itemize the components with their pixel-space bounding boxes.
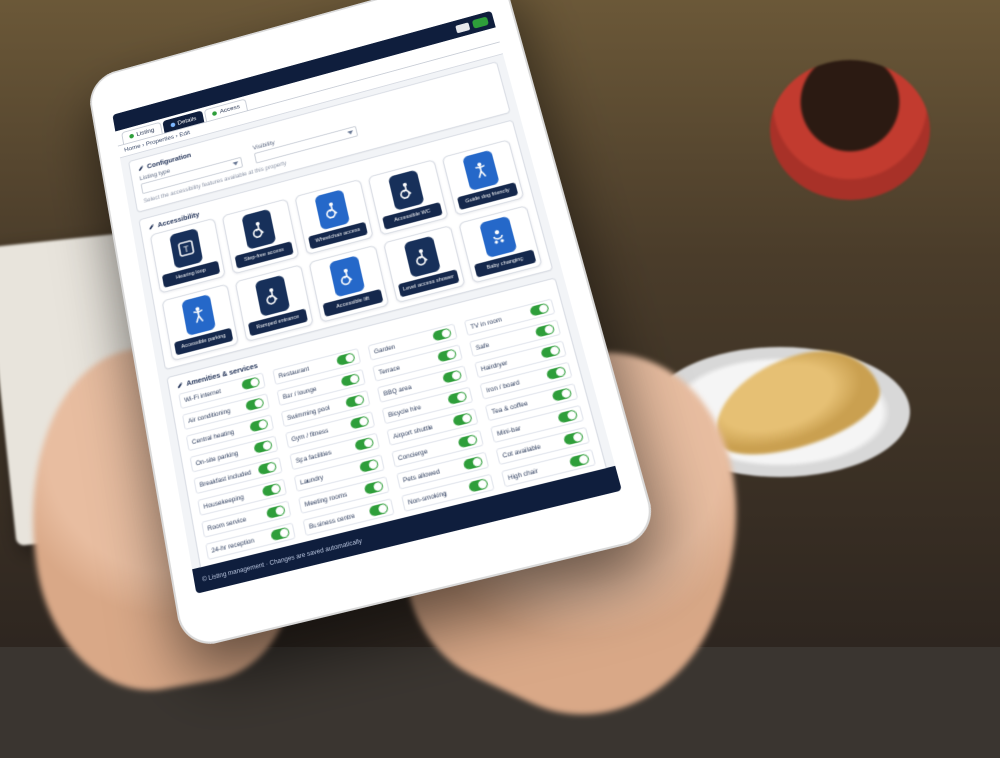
amenity-label: Meeting rooms bbox=[304, 491, 348, 508]
toggle-switch[interactable] bbox=[447, 391, 467, 405]
toggle-switch[interactable] bbox=[257, 461, 277, 475]
amenity-label: Non-smoking bbox=[407, 490, 447, 506]
accessibility-icon bbox=[404, 236, 441, 278]
feature-card[interactable]: Baby changing bbox=[458, 205, 542, 283]
amenity-label: On-site parking bbox=[195, 450, 238, 467]
toggle-switch[interactable] bbox=[457, 434, 478, 448]
accessibility-icon bbox=[388, 170, 425, 211]
amenity-label: Safe bbox=[475, 341, 490, 351]
toggle-switch[interactable] bbox=[551, 387, 572, 401]
amenity-label: 24-hr reception bbox=[211, 537, 255, 555]
toggle-switch[interactable] bbox=[345, 394, 365, 408]
amenity-label: Spa facilities bbox=[295, 449, 332, 465]
toggle-switch[interactable] bbox=[529, 303, 550, 317]
feature-label: Accessible parking bbox=[174, 328, 233, 356]
amenity-label: Air conditioning bbox=[188, 407, 231, 424]
svg-text:T: T bbox=[183, 244, 190, 255]
accessibility-icon bbox=[181, 294, 216, 336]
feature-card[interactable]: Ramped entrance bbox=[235, 264, 314, 342]
amenity-label: Airport shuttle bbox=[392, 423, 433, 440]
toggle-switch[interactable] bbox=[270, 527, 290, 542]
toggle-switch[interactable] bbox=[262, 483, 282, 497]
tablet-device: Listing Details Access Home › Properties… bbox=[86, 0, 660, 651]
toggle-switch[interactable] bbox=[340, 373, 360, 387]
app-screen: Listing Details Access Home › Properties… bbox=[112, 11, 622, 594]
accessibility-icon: T bbox=[169, 228, 203, 269]
accessibility-icon bbox=[462, 150, 500, 191]
pencil-icon bbox=[176, 381, 184, 389]
toggle-switch[interactable] bbox=[253, 440, 273, 454]
feature-card[interactable]: Wheelchair access bbox=[294, 179, 373, 255]
feature-card[interactable]: Guide dog friendly bbox=[442, 139, 525, 216]
toggle-switch[interactable] bbox=[245, 397, 264, 411]
toggle-switch[interactable] bbox=[350, 415, 370, 429]
amenity-label: Restaurant bbox=[278, 365, 310, 379]
toggle-switch[interactable] bbox=[432, 328, 452, 342]
amenity-label: Concierge bbox=[397, 448, 428, 462]
amenity-label: Breakfast included bbox=[199, 469, 252, 489]
feature-card[interactable]: Level access shower bbox=[383, 225, 466, 303]
toggle-switch[interactable] bbox=[368, 502, 388, 517]
save-indicator bbox=[472, 16, 489, 28]
toggle-switch[interactable] bbox=[563, 431, 584, 446]
chevron-down-icon bbox=[347, 130, 353, 135]
amenity-label: Housekeeping bbox=[203, 493, 244, 510]
feature-card[interactable]: Accessible WC bbox=[368, 159, 449, 235]
toggle-switch[interactable] bbox=[359, 458, 379, 472]
amenity-label: Laundry bbox=[300, 474, 324, 487]
accessibility-icon bbox=[479, 216, 517, 258]
feature-card[interactable]: Step-free access bbox=[222, 198, 300, 274]
accessibility-icon bbox=[314, 189, 350, 230]
amenity-label: Gym / fitness bbox=[291, 427, 329, 443]
pencil-icon bbox=[137, 164, 144, 172]
toggle-switch[interactable] bbox=[452, 412, 473, 426]
toggle-switch[interactable] bbox=[249, 418, 268, 432]
toggle-switch[interactable] bbox=[463, 456, 484, 471]
amenity-label: TV in room bbox=[470, 316, 503, 331]
toggle-switch[interactable] bbox=[535, 323, 556, 337]
toggle-switch[interactable] bbox=[354, 437, 374, 451]
accessibility-icon bbox=[241, 209, 276, 250]
amenity-label: Swimming pool bbox=[287, 404, 331, 421]
amenity-label: BBQ area bbox=[383, 383, 412, 397]
toggle-switch[interactable] bbox=[569, 453, 590, 468]
accessibility-icon bbox=[329, 255, 366, 297]
toggle-switch[interactable] bbox=[468, 478, 489, 493]
toggle-switch[interactable] bbox=[266, 505, 286, 519]
dot-icon bbox=[212, 111, 217, 116]
amenity-label: Hairdryer bbox=[480, 359, 508, 372]
amenity-label: Business centre bbox=[308, 512, 355, 530]
amenity-label: Bicycle hire bbox=[388, 404, 422, 419]
toggle-switch[interactable] bbox=[437, 348, 457, 362]
amenity-label: Iron / board bbox=[486, 379, 521, 394]
feature-card[interactable]: Accessible parking bbox=[162, 284, 239, 362]
toggle-switch[interactable] bbox=[546, 366, 567, 380]
pencil-icon bbox=[148, 223, 156, 231]
amenity-label: Terrace bbox=[378, 364, 401, 376]
chevron-down-icon bbox=[233, 161, 239, 166]
toggle-switch[interactable] bbox=[364, 480, 384, 494]
toggle-switch[interactable] bbox=[336, 352, 356, 366]
dot-icon bbox=[170, 122, 175, 127]
amenity-label: Pets allowed bbox=[402, 468, 440, 484]
amenity-label: High chair bbox=[507, 467, 538, 481]
toggle-switch[interactable] bbox=[442, 369, 462, 383]
toggle-switch[interactable] bbox=[540, 345, 561, 359]
amenity-label: Cot available bbox=[502, 443, 542, 459]
toggle-switch[interactable] bbox=[557, 409, 578, 424]
amenity-label: Central heating bbox=[191, 428, 234, 445]
feature-card[interactable]: THearing loop bbox=[150, 218, 226, 294]
dot-icon bbox=[129, 133, 134, 138]
toggle-switch[interactable] bbox=[241, 376, 260, 390]
amenity-label: Bar / lounge bbox=[282, 385, 317, 400]
amenity-label: Room service bbox=[207, 516, 247, 533]
amenity-label: Wi-Fi internet bbox=[184, 388, 222, 404]
amenity-label: Mini-bar bbox=[496, 425, 521, 438]
amenity-label: Tea & coffee bbox=[491, 400, 529, 416]
amenity-label: Garden bbox=[373, 343, 395, 355]
status-chip bbox=[455, 22, 470, 33]
feature-card[interactable]: Accessible lift bbox=[309, 245, 390, 323]
accessibility-icon bbox=[255, 275, 291, 317]
